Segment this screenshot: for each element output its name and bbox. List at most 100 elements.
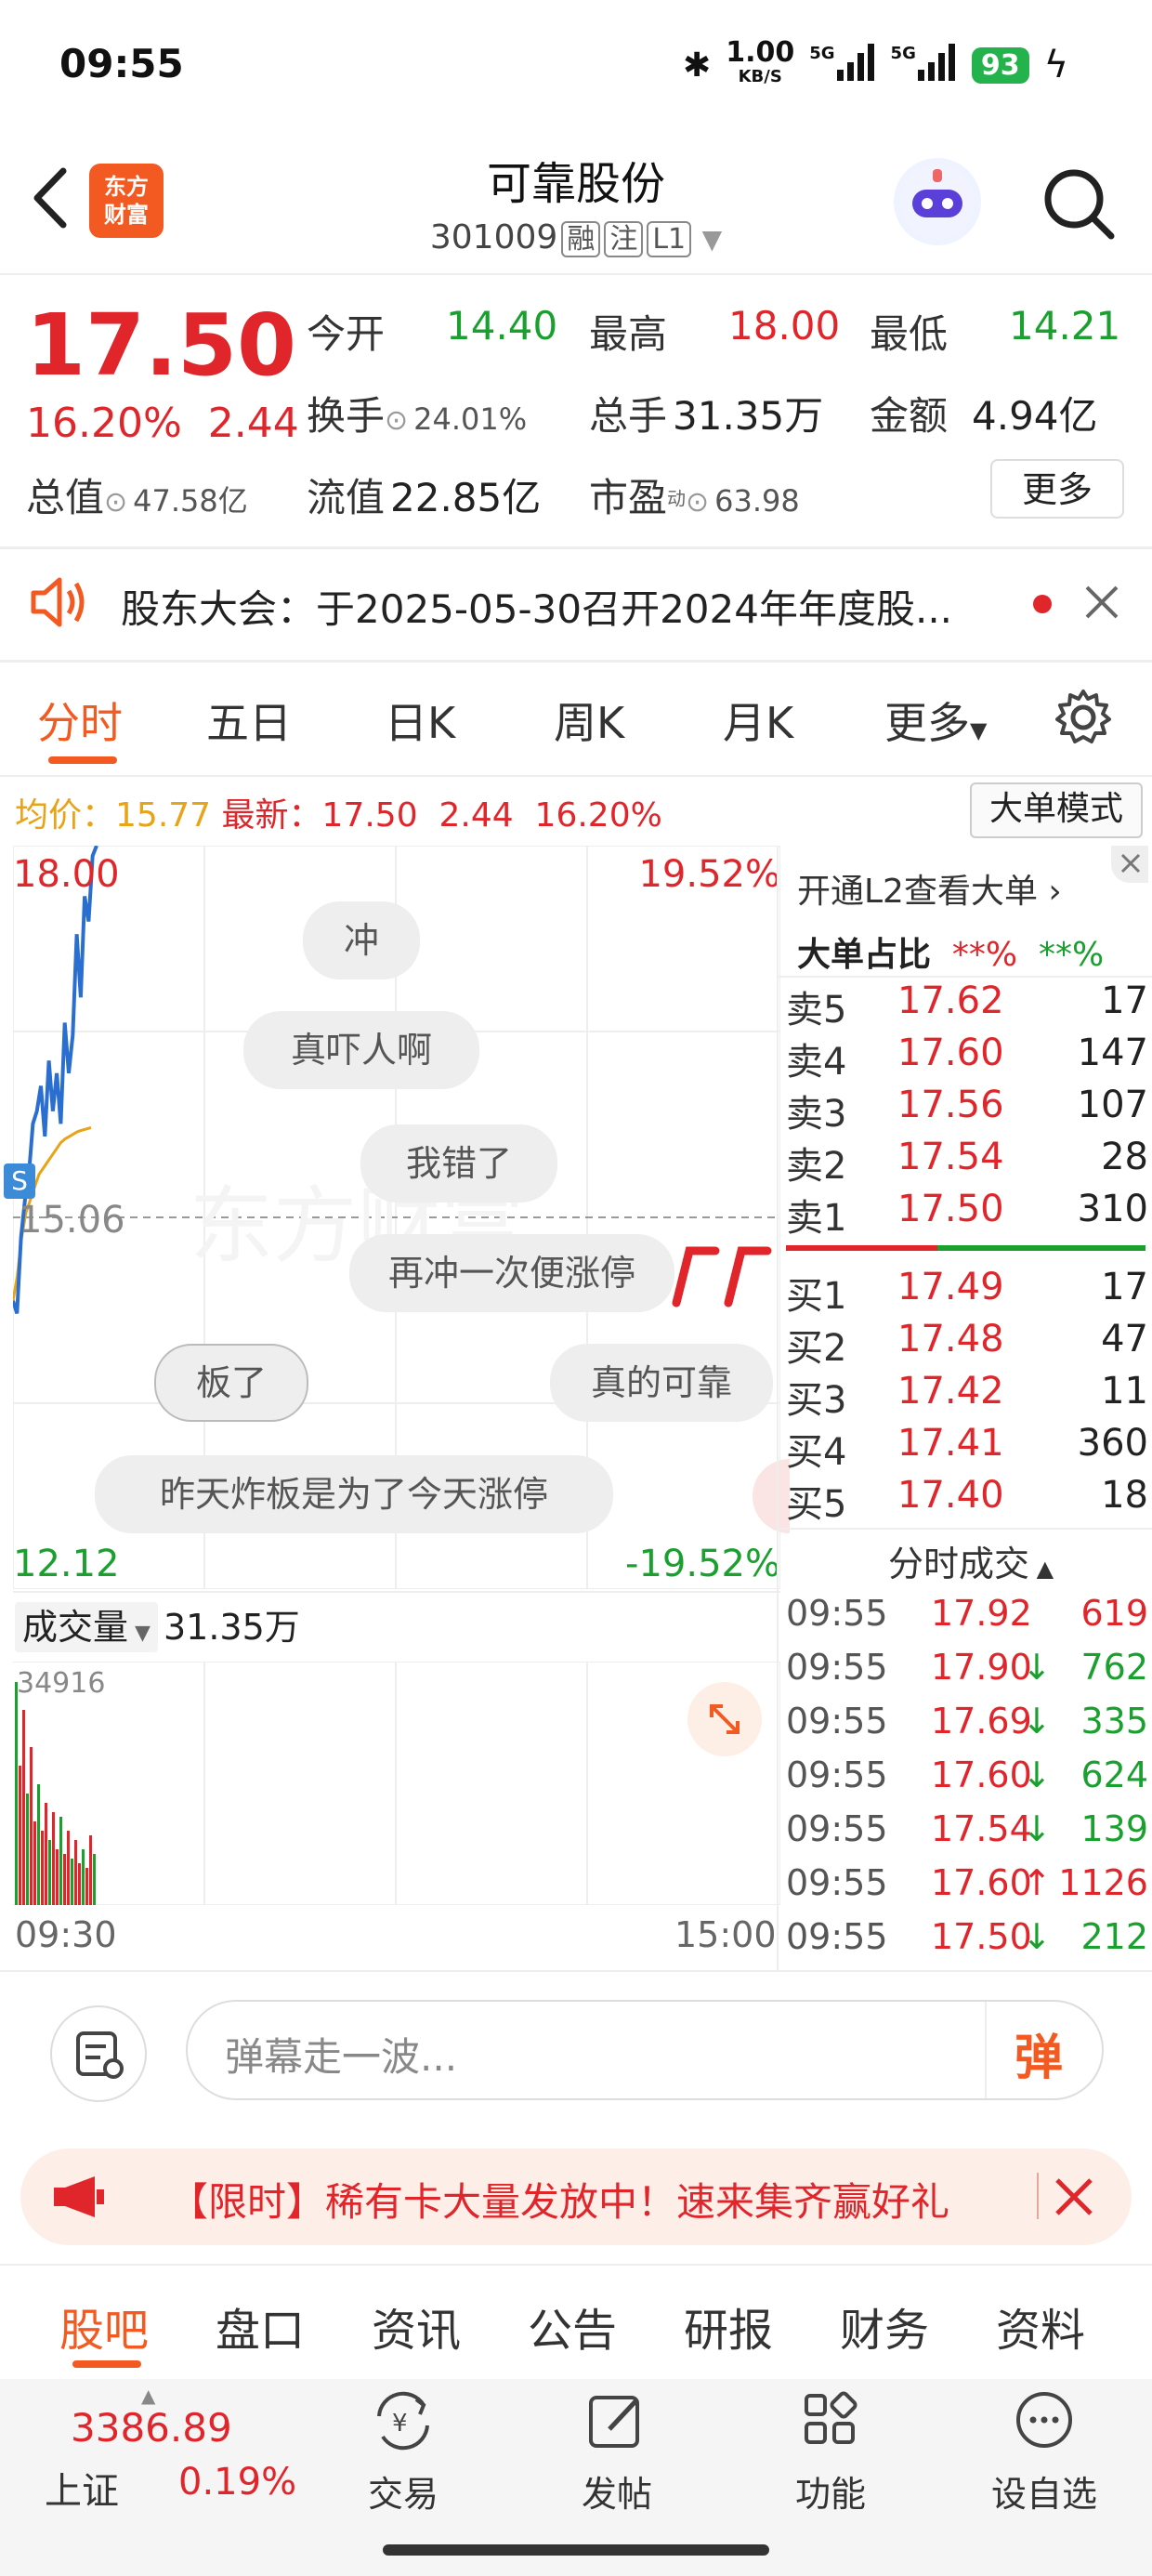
divider <box>0 775 1152 777</box>
buy-level[interactable]: 买4 17.41 360 <box>786 1422 1148 1474</box>
buy-level[interactable]: 买1 17.49 17 <box>786 1266 1148 1318</box>
danmaku-bubble[interactable]: 再冲一次便涨停 <box>349 1234 674 1312</box>
trade-price: 17.54 <box>931 1808 1032 1849</box>
current-price: 17.50 <box>26 296 297 395</box>
tab-daily-k[interactable]: 日K <box>385 690 455 751</box>
trade-time: 09:55 <box>786 1647 888 1688</box>
level-volume: 310 <box>1077 1188 1148 1230</box>
danmaku-bubble[interactable]: 我错了 <box>360 1124 557 1203</box>
volume-bar <box>45 1803 47 1905</box>
home-indicator[interactable] <box>383 2544 769 2556</box>
nav-post[interactable]: 发帖 <box>552 2388 682 2517</box>
tab-weekly-k[interactable]: 周K <box>554 690 624 751</box>
sell-level[interactable]: 卖3 17.56 107 <box>786 1084 1148 1136</box>
trade-volume: 212 <box>1080 1916 1148 1957</box>
quote-pe[interactable]: 市盈动⊙ 63.98 <box>589 467 800 523</box>
index-value[interactable]: 3386.89 <box>71 2405 232 2451</box>
avg-price: 15.77 <box>115 796 212 835</box>
quote-pe-value: 63.98 <box>714 483 800 519</box>
quote-float-cap: 流值 22.85亿 <box>307 467 541 523</box>
trades-title[interactable]: 分时成交 ▲ <box>888 1535 1054 1586</box>
big-order-mode-button[interactable]: 大单模式 <box>970 782 1143 838</box>
nav-functions[interactable]: 功能 <box>766 2388 896 2517</box>
axis-top-pct: 19.52% <box>638 853 780 896</box>
tag-l1: L1 <box>647 221 692 257</box>
quote-market-cap[interactable]: 总值⊙ 47.58亿 <box>26 467 248 523</box>
danmaku-bubble[interactable]: 冲 <box>303 901 420 979</box>
chart-settings-button[interactable] <box>1054 688 1113 751</box>
robot-avatar[interactable] <box>894 158 981 245</box>
trade-row: 09:55 17.60 ↓ 624 <box>786 1755 1148 1808</box>
triangle-up-icon: ▲ <box>1029 1556 1054 1582</box>
tab-monthly-k[interactable]: 月K <box>723 690 793 751</box>
divider <box>0 273 1152 275</box>
tab-financials[interactable]: 财务 <box>840 2293 929 2359</box>
trade-row: 09:55 17.50 ↓ 212 <box>786 1916 1148 1970</box>
tab-news[interactable]: 资讯 <box>372 2293 461 2359</box>
tab-research[interactable]: 研报 <box>684 2293 773 2359</box>
danmaku-send-button[interactable]: 弹 <box>1015 2018 1063 2088</box>
more-dots-icon <box>1016 2392 1072 2448</box>
tab-orderbook[interactable]: 盘口 <box>216 2293 305 2359</box>
intraday-chart[interactable]: 东方财富 18.00 19.52% 15.06 12.12 -19.52% S … <box>4 845 790 1590</box>
nav-trade[interactable]: ¥ 交易 <box>338 2388 468 2517</box>
danmaku-settings-button[interactable] <box>50 2005 147 2102</box>
sell-level[interactable]: 卖4 17.60 147 <box>786 1032 1148 1084</box>
trade-volume: 335 <box>1080 1701 1148 1741</box>
expand-button[interactable] <box>687 1682 762 1756</box>
index-name[interactable]: 上证 <box>45 2461 119 2515</box>
index-pct[interactable]: 0.19% <box>178 2461 296 2504</box>
tab-five-day[interactable]: 五日 <box>206 690 292 751</box>
volume-bar <box>26 1794 29 1905</box>
danmaku-input[interactable]: 弹幕走一波... 弹 <box>186 2000 1104 2100</box>
volume-bar <box>56 1849 59 1905</box>
nav-functions-label: 功能 <box>794 2474 866 2515</box>
search-icon <box>1044 169 1115 240</box>
tab-underline <box>72 2360 141 2368</box>
nav-post-label: 发帖 <box>581 2474 652 2515</box>
quote-label: 金额 <box>870 393 949 439</box>
search-button[interactable] <box>1039 164 1117 242</box>
tab-intraday[interactable]: 分时 <box>37 690 123 751</box>
level-label: 卖4 <box>786 1041 847 1084</box>
quote-high: 最高 <box>589 303 667 360</box>
tab-forum[interactable]: 股吧 <box>59 2293 149 2359</box>
volume-selector[interactable]: 成交量 ▼ <box>15 1602 158 1652</box>
sell-marker[interactable]: S <box>4 1163 35 1199</box>
buy-level[interactable]: 买2 17.48 47 <box>786 1318 1148 1370</box>
l2-link[interactable]: 开通L2查看大单 › <box>797 864 1062 913</box>
notice-text[interactable]: 股东大会：于2025-05-30召开2024年年度股... <box>121 578 952 635</box>
sell-level[interactable]: 卖5 17.62 17 <box>786 979 1148 1032</box>
sell-level[interactable]: 卖2 17.54 28 <box>786 1136 1148 1188</box>
danmaku-bubble[interactable]: 真吓人啊 <box>243 1011 479 1089</box>
divider <box>777 976 1152 978</box>
change-line: 16.20% 2.44 <box>26 400 299 447</box>
tab-profile[interactable]: 资料 <box>996 2293 1085 2359</box>
close-notice-button[interactable] <box>1081 582 1122 626</box>
nav-add-watchlist[interactable]: 设自选 <box>979 2388 1109 2517</box>
danmaku-bubble[interactable]: 板了 <box>154 1344 308 1422</box>
volume-bar <box>37 1784 40 1905</box>
limit-up-sticker <box>669 1238 780 1316</box>
quote-label: 流值 <box>307 475 386 520</box>
volume-bar <box>22 1710 25 1905</box>
latest-price: 17.50 <box>321 796 418 835</box>
buy-level[interactable]: 买5 17.40 18 <box>786 1474 1148 1526</box>
bluetooth-icon: ✱ <box>683 46 712 85</box>
tab-more[interactable]: 更多▼ <box>884 690 987 751</box>
trade-row: 09:55 17.60 ↑ 1126 <box>786 1862 1148 1916</box>
tab-announcements[interactable]: 公告 <box>528 2293 617 2359</box>
buy-level[interactable]: 买3 17.42 11 <box>786 1370 1148 1422</box>
close-promo-button[interactable] <box>1052 2175 1096 2223</box>
danmaku-bubble[interactable]: 真的可靠 <box>550 1344 773 1422</box>
more-quote-button[interactable]: 更多 <box>990 459 1124 519</box>
promo-banner[interactable]: 【限时】稀有卡大量发放中！速来集齐赢好礼 <box>20 2149 1132 2245</box>
close-orderbook-button[interactable] <box>1111 846 1148 883</box>
quote-turnover[interactable]: 换手⊙ 24.01% <box>307 385 527 441</box>
trade-volume: 139 <box>1080 1808 1148 1849</box>
trade-row: 09:55 17.69 ↓ 335 <box>786 1701 1148 1755</box>
danmaku-bubble[interactable]: 昨天炸板是为了今天涨停 <box>95 1455 613 1533</box>
sell-level[interactable]: 卖1 17.50 310 <box>786 1188 1148 1240</box>
volume-chart[interactable]: 34916 <box>13 1661 781 1906</box>
charging-icon: ϟ <box>1043 44 1068 86</box>
